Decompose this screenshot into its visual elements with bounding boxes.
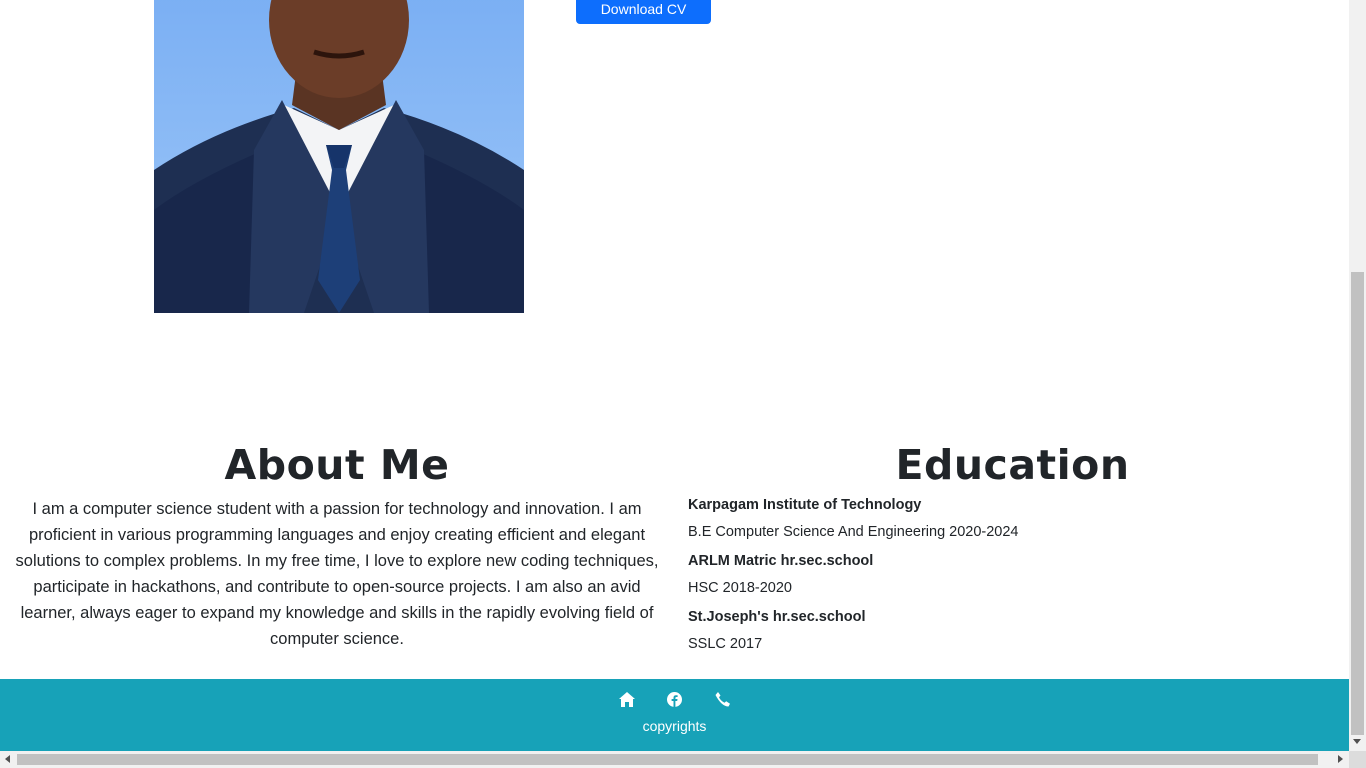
phone-icon[interactable] xyxy=(715,691,731,707)
home-icon[interactable] xyxy=(618,691,635,707)
facebook-icon[interactable] xyxy=(667,691,683,707)
page: Download CV About Me I am a computer sci… xyxy=(0,0,1349,751)
copyright-text: copyrights xyxy=(642,718,707,734)
horizontal-scrollbar[interactable] xyxy=(0,751,1349,768)
footer: copyrights xyxy=(0,679,1349,751)
scroll-right-icon[interactable] xyxy=(1338,755,1343,763)
school-name: Karpagam Institute of Technology xyxy=(688,497,922,513)
about-section: About Me I am a computer science student… xyxy=(0,440,674,652)
education-item: Karpagam Institute of Technology B.E Com… xyxy=(688,496,1019,541)
vertical-scrollbar[interactable] xyxy=(1349,0,1366,751)
school-name: ARLM Matric hr.sec.school xyxy=(688,553,874,569)
about-text: I am a computer science student with a p… xyxy=(15,500,659,648)
education-title: Education xyxy=(895,441,1130,489)
profile-photo xyxy=(154,0,524,313)
education-section: Education Karpagam Institute of Technolo… xyxy=(676,440,1349,652)
scroll-left-icon[interactable] xyxy=(5,755,10,763)
vertical-scrollbar-thumb[interactable] xyxy=(1351,272,1364,735)
scrollbar-corner xyxy=(1349,751,1366,768)
school-detail: SSLC 2017 xyxy=(688,636,763,652)
school-detail: HSC 2018-2020 xyxy=(688,580,792,596)
education-item: ARLM Matric hr.sec.school HSC 2018-2020 xyxy=(688,552,1019,597)
education-item: St.Joseph's hr.sec.school SSLC 2017 xyxy=(688,608,1019,653)
school-detail: B.E Computer Science And Engineering 202… xyxy=(688,524,1019,540)
education-list: Karpagam Institute of Technology B.E Com… xyxy=(688,496,1019,664)
download-cv-button[interactable]: Download CV xyxy=(576,0,711,24)
about-title: About Me xyxy=(224,441,450,489)
school-name: St.Joseph's hr.sec.school xyxy=(688,609,866,625)
horizontal-scrollbar-thumb[interactable] xyxy=(17,754,1318,765)
scroll-down-icon[interactable] xyxy=(1353,739,1361,744)
footer-icons xyxy=(0,691,1349,707)
